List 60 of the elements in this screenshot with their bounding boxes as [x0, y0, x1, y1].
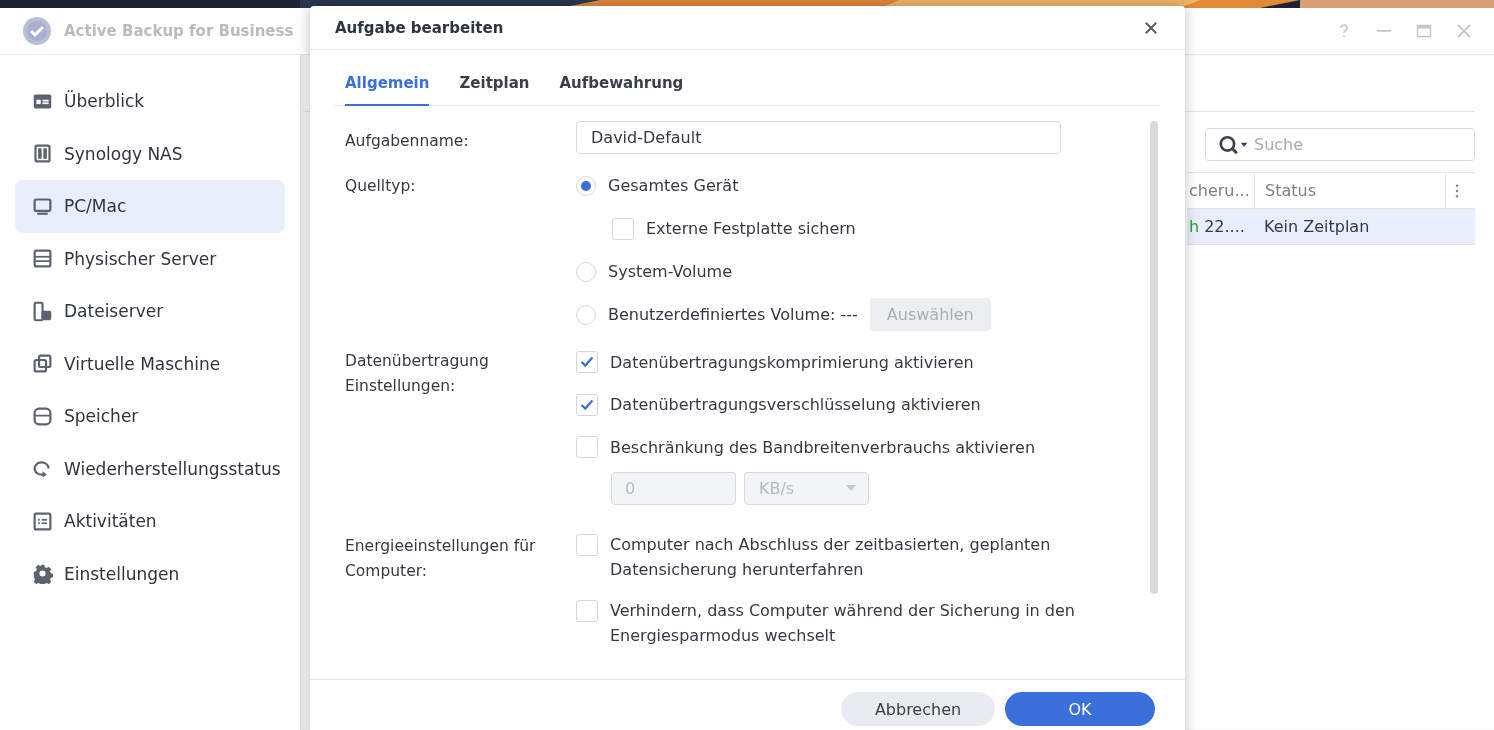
table-row[interactable]: h 22.... Kein Zeitplan	[1187, 209, 1475, 245]
task-name-field[interactable]: David-Default	[576, 121, 1061, 155]
checkbox[interactable]	[576, 393, 598, 416]
app-title: Active Backup for Business	[64, 22, 294, 40]
sidebar-item[interactable]: PC/Mac	[15, 180, 285, 233]
sidebar-item[interactable]: Wiederherstellungsstatus	[15, 442, 285, 495]
server-icon	[32, 248, 53, 270]
app-logo-icon	[22, 16, 52, 46]
search-icon	[1218, 135, 1248, 155]
checkbox[interactable]	[576, 436, 598, 459]
option-label: Beschränkung des Bandbreitenverbrauchs aktivieren	[610, 437, 1036, 457]
ok-button[interactable]: OK	[1005, 692, 1155, 727]
sidebar-item[interactable]: Aktivitäten	[15, 495, 285, 548]
column-menu-icon[interactable]	[1455, 183, 1459, 198]
option-label: Benutzerdefiniertes Volume: ---	[608, 305, 858, 325]
activity-list-icon	[32, 510, 53, 532]
sidebar-item[interactable]: Einstellungen	[15, 547, 285, 600]
option-label: Datenübertragungsverschlüsselung aktivieren	[610, 395, 981, 415]
field-label: Aufgabenname:	[345, 131, 470, 153]
sidebar-item[interactable]: Synology NAS	[15, 127, 285, 180]
sidebar-item[interactable]: Virtuelle Maschine	[15, 337, 285, 390]
select-button: Auswählen	[869, 298, 991, 332]
sidebar-item[interactable]: Überblick	[15, 75, 285, 128]
sidebar-item[interactable]: Physischer Server	[15, 232, 285, 285]
result-text: h	[1189, 217, 1200, 236]
option-label: Datenübertragungskomprimierung aktivieren	[610, 352, 974, 372]
maximize-icon[interactable]	[1416, 23, 1432, 39]
option-label: Gesamtes Gerät	[608, 176, 739, 196]
field-label: Datenübertragung Einstellungen:	[345, 351, 490, 398]
tab[interactable]: Zeitplan	[459, 65, 530, 107]
checkbox[interactable]	[576, 533, 598, 556]
caret-icon	[846, 485, 856, 492]
checkbox[interactable]	[576, 351, 598, 374]
virtual-machine-icon	[32, 353, 53, 375]
sidebar-item[interactable]: Speicher	[15, 390, 285, 443]
dialog-title: Aufgabe bearbeiten	[335, 18, 504, 37]
field-label: Quelltyp:	[345, 176, 417, 198]
tab[interactable]: Aufbewahrung	[559, 65, 684, 107]
time-text: 22....	[1204, 217, 1245, 236]
settings-icon	[32, 563, 53, 585]
sidebar-item[interactable]: Dateiserver	[15, 285, 285, 338]
column-header[interactable]: Status	[1255, 173, 1446, 208]
file-server-icon	[32, 300, 53, 322]
option-label: System-Volume	[608, 262, 732, 282]
status-text: Kein Zeitplan	[1264, 217, 1370, 236]
storage-icon	[32, 405, 53, 427]
scrollbar[interactable]	[1150, 121, 1158, 595]
option-label: Externe Festplatte sichern	[646, 219, 856, 239]
nas-icon	[32, 143, 53, 165]
field-label: Energieeinstellungen für Computer:	[345, 535, 537, 582]
tab[interactable]: Allgemein	[345, 65, 430, 107]
checkbox[interactable]	[576, 599, 598, 622]
monitor-icon	[32, 195, 53, 217]
option-label: Verhindern, dass Computer während der Sicherung in den Energiesparmodus wechselt	[610, 599, 1076, 647]
close-icon[interactable]	[1144, 20, 1158, 35]
column-header[interactable]: cheru...	[1187, 173, 1255, 208]
cancel-button[interactable]: Abbrechen	[841, 692, 995, 727]
search-field[interactable]: Suche	[1205, 128, 1475, 161]
checkbox[interactable]	[612, 217, 634, 240]
option-label: Computer nach Abschluss der zeitbasierten, geplanten Datensicherung herunterfahren	[610, 533, 1052, 581]
